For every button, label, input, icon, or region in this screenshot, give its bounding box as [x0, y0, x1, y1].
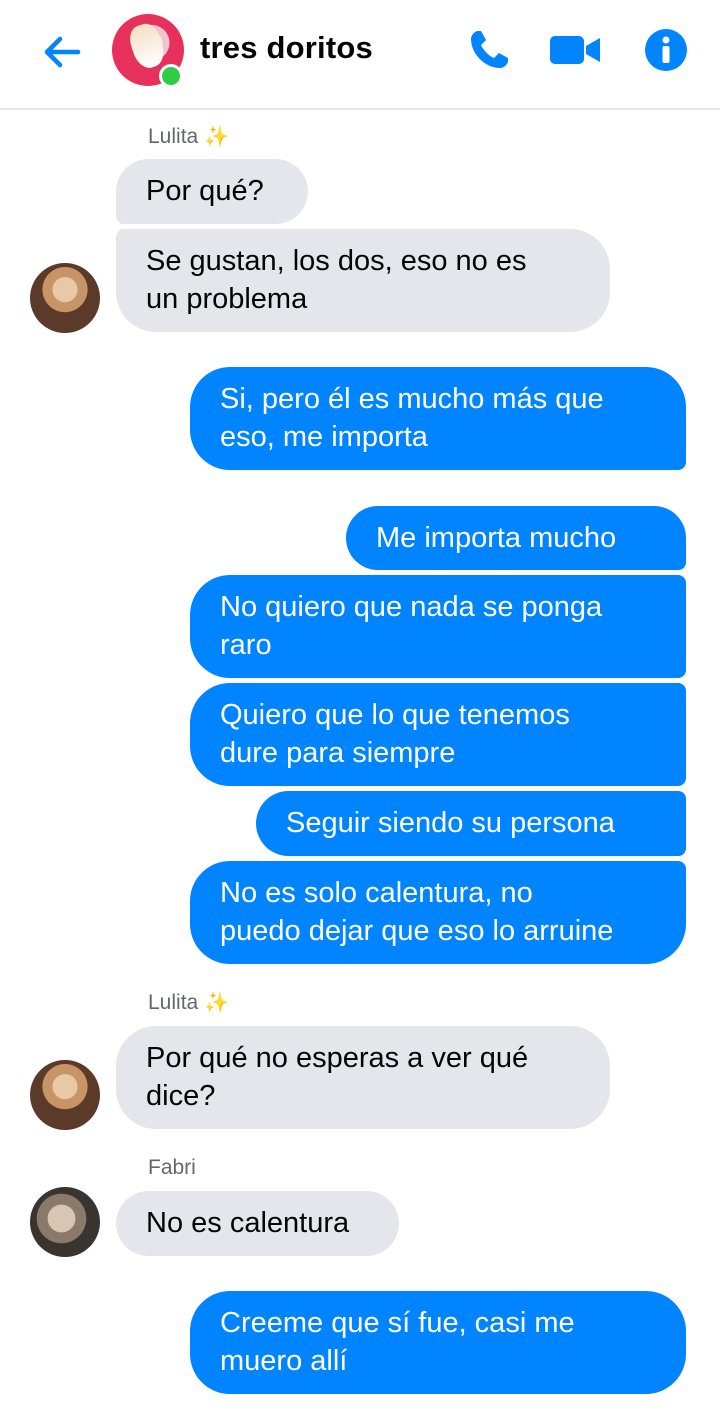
message-bubble[interactable]: No es calentura	[116, 1191, 399, 1256]
sender-name-text: Lulita	[148, 991, 199, 1014]
message-bubble[interactable]: Seguir siendo su persona	[256, 791, 686, 856]
message-text: Creeme que sí fue, casi me	[220, 1307, 575, 1339]
sender-name-text: Fabri	[148, 1156, 196, 1179]
message-text: No es solo calentura, no	[220, 877, 533, 909]
sender-name: Fabri	[148, 1156, 196, 1180]
message-text: raro	[220, 629, 272, 661]
chat-title[interactable]: tres doritos	[200, 30, 373, 66]
message-text: dice?	[146, 1080, 216, 1112]
back-arrow-icon[interactable]	[38, 28, 86, 76]
message-text: Seguir siendo su persona	[286, 807, 615, 839]
message-text: dure para siempre	[220, 737, 456, 769]
sender-name: Lulita ✨	[148, 990, 229, 1015]
message-text: Me importa mucho	[376, 522, 617, 554]
message-bubble[interactable]: Quiero que lo que tenemos dure para siem…	[190, 683, 686, 786]
sender-name-text: Lulita	[148, 125, 199, 148]
message-text: Quiero que lo que tenemos	[220, 699, 570, 731]
message-text: Por qué no esperas a ver qué	[146, 1042, 529, 1074]
sparkle-emoji: ✨	[204, 992, 230, 1014]
online-status-dot	[159, 64, 183, 88]
message-text: eso, me importa	[220, 421, 428, 453]
message-bubble[interactable]: Por qué no esperas a ver qué dice?	[116, 1026, 610, 1129]
sender-avatar[interactable]	[30, 1060, 100, 1130]
message-text: Si, pero él es mucho más que	[220, 383, 604, 415]
chat-header: tres doritos	[0, 0, 720, 110]
message-bubble[interactable]: Creeme que sí fue, casi me muero allí	[190, 1291, 686, 1394]
message-text: Se gustan, los dos, eso no es	[146, 245, 527, 277]
message-text: No quiero que nada se ponga	[220, 591, 603, 623]
message-bubble[interactable]: No quiero que nada se ponga raro	[190, 575, 686, 678]
message-text: puedo dejar que eso lo arruine	[220, 915, 614, 947]
message-text: un problema	[146, 283, 308, 315]
video-camera-icon[interactable]	[548, 26, 600, 74]
avatar-photo	[125, 20, 169, 72]
message-text: Por qué?	[146, 175, 264, 207]
sender-name: Lulita ✨	[148, 124, 229, 149]
message-bubble[interactable]: Se gustan, los dos, eso no es un problem…	[116, 229, 610, 332]
message-bubble[interactable]: No es solo calentura, no puedo dejar que…	[190, 861, 686, 964]
message-text: No es calentura	[146, 1207, 350, 1239]
sender-avatar[interactable]	[30, 263, 100, 333]
phone-icon[interactable]	[465, 26, 513, 74]
info-icon[interactable]	[642, 26, 690, 74]
sparkle-emoji: ✨	[204, 126, 230, 148]
sender-avatar[interactable]	[30, 1187, 100, 1257]
message-bubble[interactable]: Si, pero él es mucho más que eso, me imp…	[190, 367, 686, 470]
message-text: muero allí	[220, 1345, 348, 1377]
message-bubble[interactable]: Me importa mucho	[346, 506, 686, 570]
message-bubble[interactable]: Por qué?	[116, 159, 308, 224]
